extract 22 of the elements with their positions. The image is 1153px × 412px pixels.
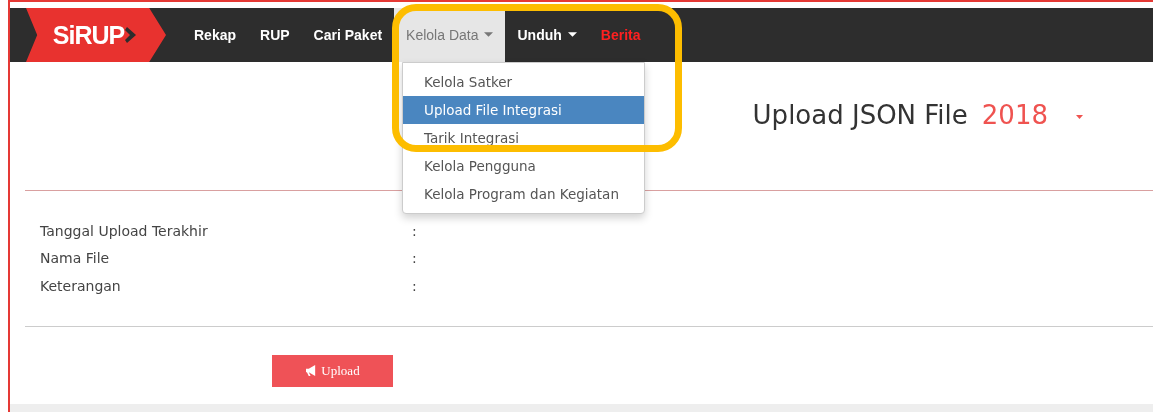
field-label: Nama File	[40, 250, 111, 267]
menu-item[interactable]: Kelola Program dan Kegiatan	[403, 180, 644, 208]
caret-icon	[484, 32, 494, 38]
menu-item[interactable]: Kelola Satker	[403, 68, 644, 96]
year-label: 2018	[981, 100, 1048, 130]
nav-link[interactable]: Berita	[588, 8, 653, 62]
caret-icon	[567, 32, 577, 38]
nav-link[interactable]: Cari Paket	[301, 8, 395, 62]
logo[interactable]: SiRUP	[26, 8, 166, 62]
field-separator: :	[412, 250, 417, 267]
caret-icon[interactable]	[1076, 114, 1083, 120]
field-separator: :	[412, 222, 417, 239]
field-label: Keterangan	[40, 277, 122, 294]
menu-item[interactable]: Upload File Integrasi	[403, 96, 644, 124]
field-label: Tanggal Upload Terakhir	[40, 222, 209, 239]
nav-link[interactable]: RUP	[248, 8, 302, 62]
page-title: Upload JSON File	[752, 100, 968, 130]
nav-link[interactable]: Rekap	[182, 8, 249, 62]
field-separator: :	[412, 277, 417, 294]
nav-link[interactable]: Unduh	[505, 8, 589, 62]
menu-item[interactable]: Kelola Pengguna	[403, 152, 644, 180]
menu-item[interactable]: Tarik Integrasi	[403, 124, 644, 152]
